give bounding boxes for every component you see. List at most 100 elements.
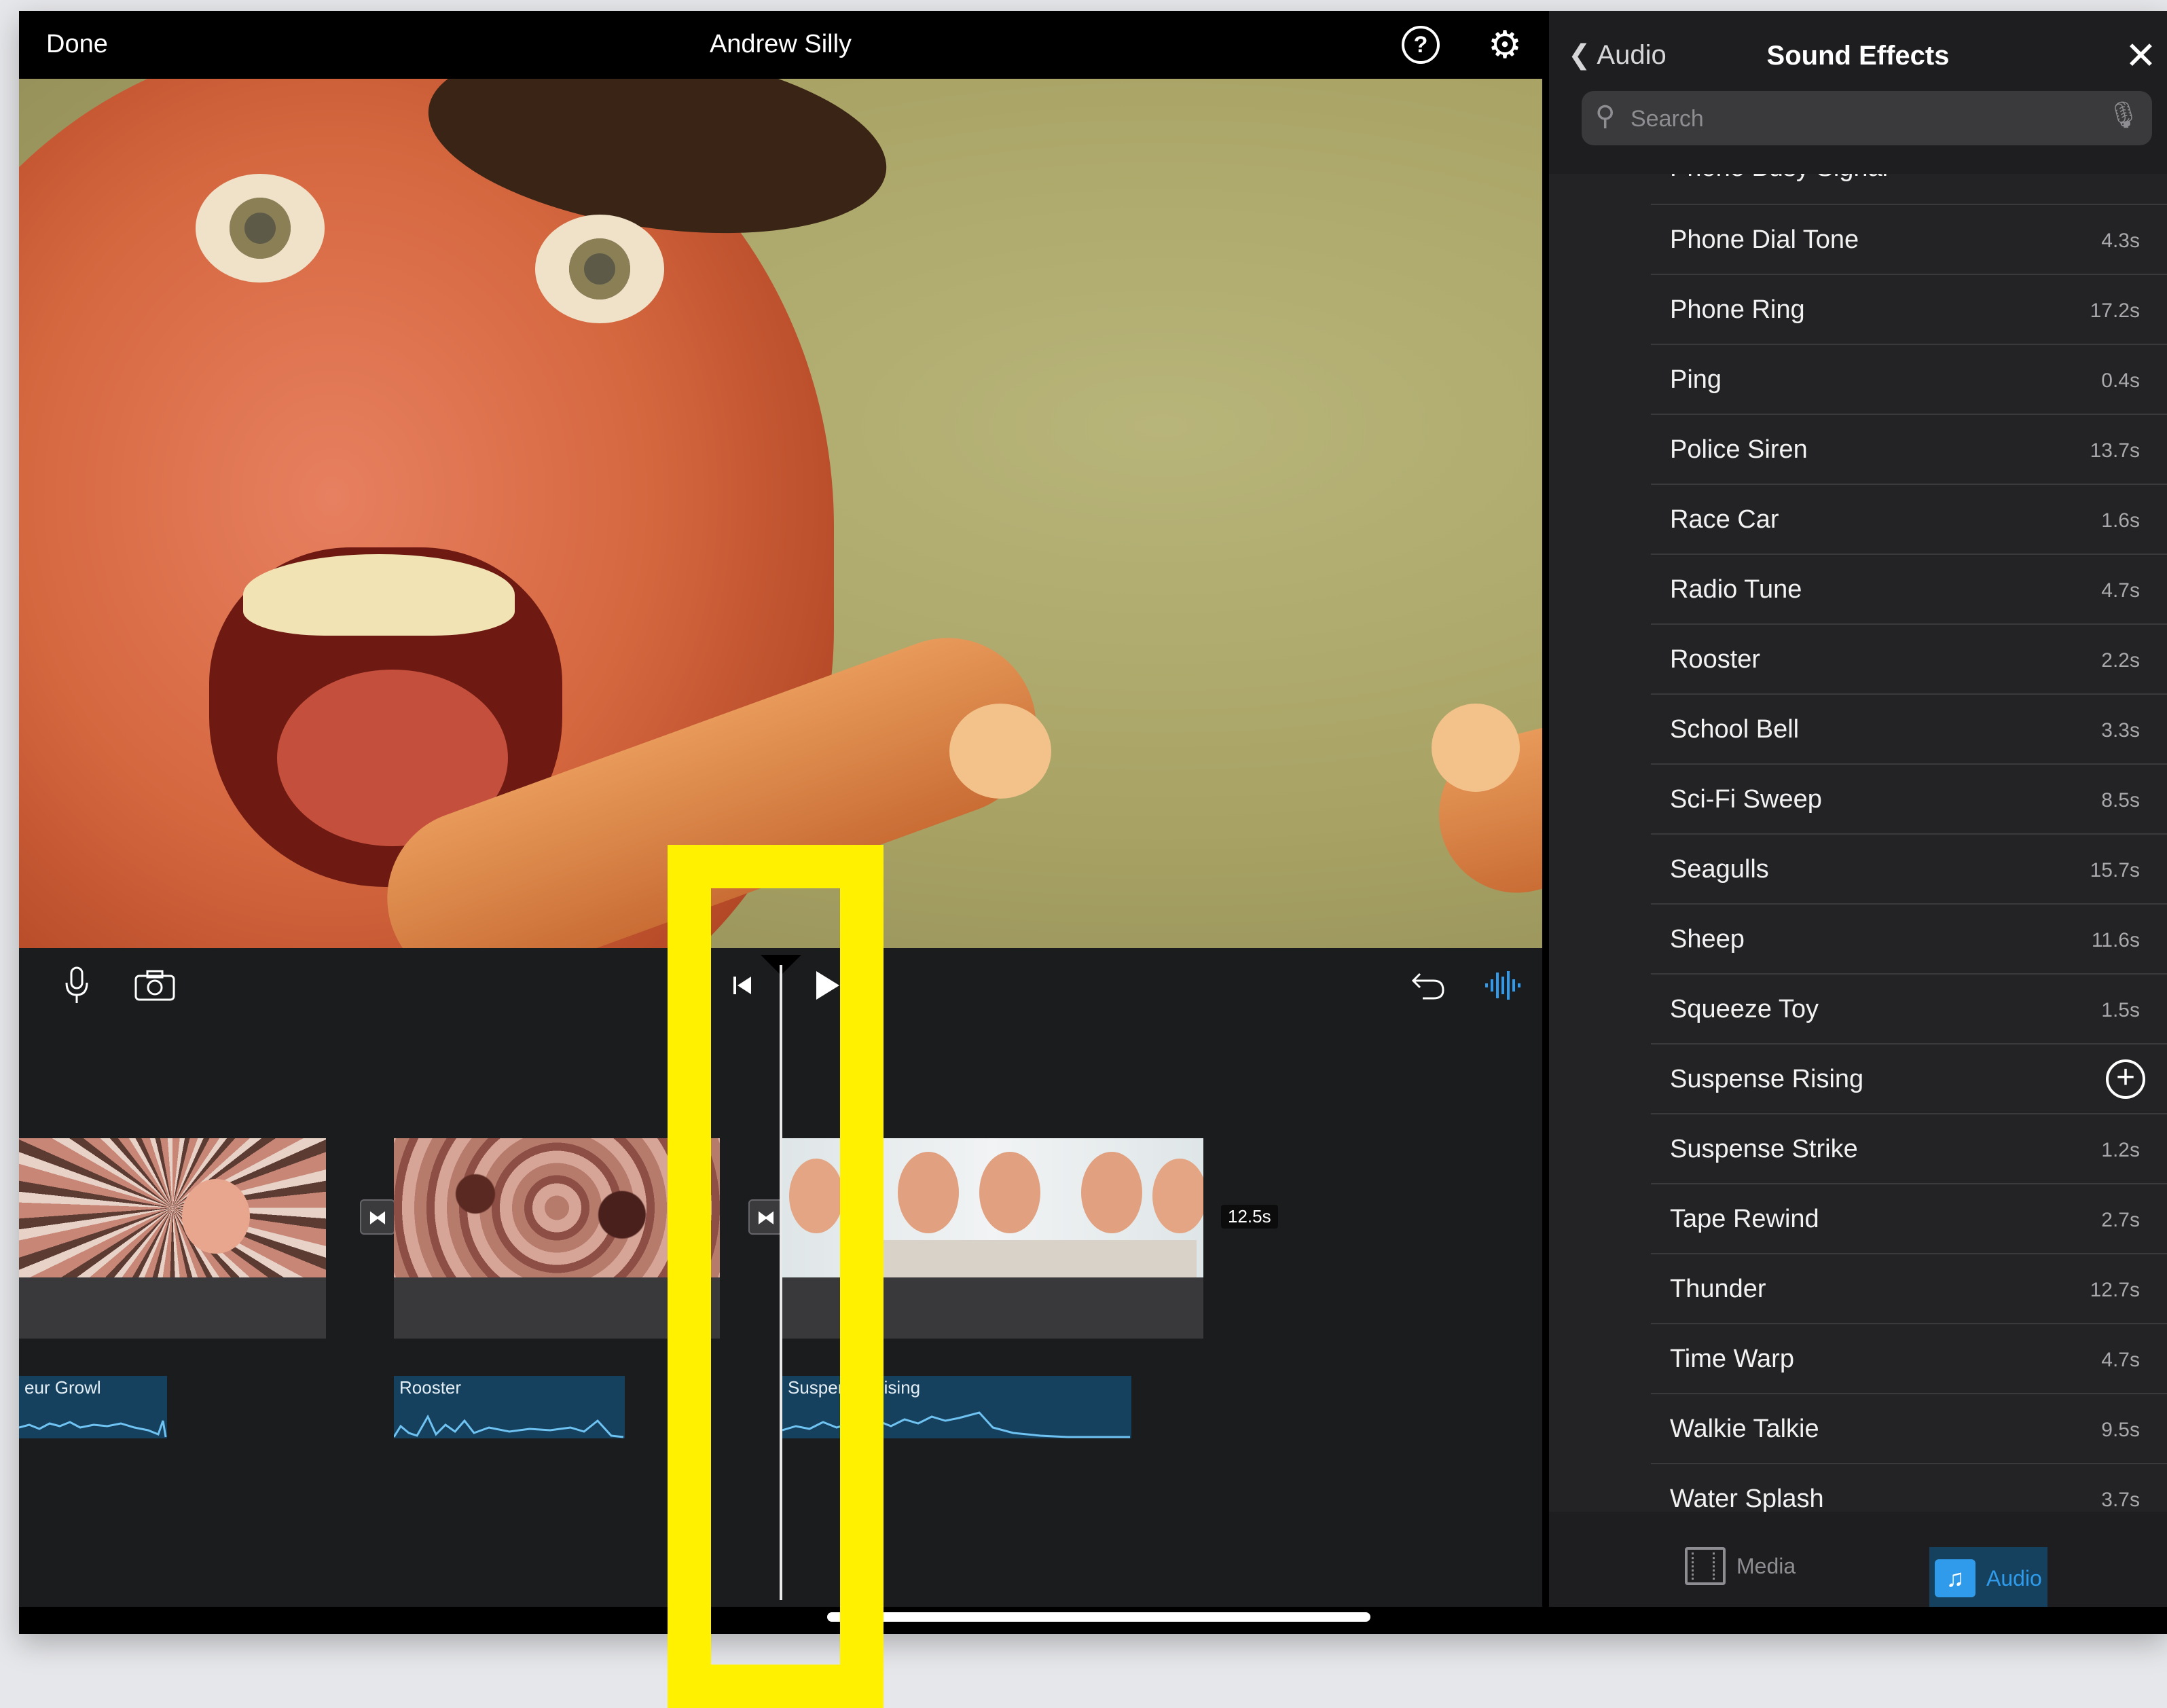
clip-face-thumb bbox=[979, 1152, 1040, 1233]
sound-length: 3.7s bbox=[2101, 1489, 2140, 1511]
video-clip-wormhole[interactable] bbox=[19, 1138, 326, 1277]
sound-name: Squeeze Toy bbox=[1670, 995, 1819, 1023]
transition-button[interactable]: ⧓ bbox=[360, 1199, 395, 1235]
audio-clip[interactable]: Rooster bbox=[394, 1376, 625, 1438]
list-item[interactable]: Phone Busy Signal bbox=[1651, 174, 2167, 202]
sound-name: School Bell bbox=[1670, 715, 1800, 744]
sound-length: 4.7s bbox=[2101, 1349, 2140, 1371]
ipad-screen: Done Andrew Silly ? ⚙ ⧓ ⧓ 12.5s eur Grow… bbox=[19, 11, 2167, 1634]
list-item[interactable]: School Bell 3.3s bbox=[1651, 693, 2167, 763]
tab-media-label: Media bbox=[1736, 1553, 1796, 1578]
sound-name: Seagulls bbox=[1670, 855, 1769, 884]
sound-name: Rooster bbox=[1670, 645, 1761, 674]
sound-length: 17.2s bbox=[2090, 299, 2140, 322]
sound-length: 12.7s bbox=[2090, 1279, 2140, 1301]
highlight-annotation bbox=[668, 845, 884, 1708]
sound-name: Time Warp bbox=[1670, 1345, 1794, 1373]
sound-name: Phone Dial Tone bbox=[1670, 225, 1859, 254]
clip-hands-thumb bbox=[871, 1240, 1197, 1277]
gear-icon[interactable]: ⚙ bbox=[1486, 26, 1524, 64]
sound-name: Sci-Fi Sweep bbox=[1670, 785, 1822, 814]
close-icon[interactable]: ✕ bbox=[2125, 37, 2157, 75]
editor-top-bar: Done Andrew Silly ? ⚙ bbox=[19, 11, 1542, 79]
clip-face-thumb bbox=[898, 1152, 959, 1233]
list-item[interactable]: Sheep 11.6s bbox=[1651, 903, 2167, 973]
home-indicator[interactable] bbox=[827, 1612, 1370, 1622]
sound-name: Walkie Talkie bbox=[1670, 1415, 1819, 1443]
list-item[interactable]: Water Splash 3.7s bbox=[1651, 1463, 2167, 1512]
list-item[interactable]: Rooster 2.2s bbox=[1651, 623, 2167, 693]
list-item[interactable]: Sci-Fi Sweep 8.5s bbox=[1651, 763, 2167, 833]
sound-length: 2.2s bbox=[2101, 649, 2140, 672]
sound-name: Suspense Strike bbox=[1670, 1135, 1858, 1163]
sound-effects-list[interactable]: Phone Busy Signal Phone Dial Tone 4.3s Ph… bbox=[1549, 174, 2167, 1512]
add-plus-icon[interactable]: + bbox=[2106, 1059, 2145, 1099]
list-item[interactable]: Suspense Strike 1.2s bbox=[1651, 1113, 2167, 1183]
undo-icon[interactable] bbox=[1404, 962, 1452, 1009]
sound-length: 1.2s bbox=[2101, 1139, 2140, 1161]
sound-length: 13.7s bbox=[2090, 439, 2140, 462]
sound-name: Tape Rewind bbox=[1670, 1205, 1819, 1233]
bottom-tab-bar: Media ♫ Audio bbox=[1549, 1512, 2167, 1610]
search-field[interactable]: ⚲ Search 🎙 bbox=[1582, 91, 2152, 145]
panel-header: ❮ Audio Sound Effects ✕ ⚲ Search 🎙 bbox=[1549, 11, 2167, 174]
sound-length: 4.3s bbox=[2101, 230, 2140, 252]
microphone-icon[interactable] bbox=[53, 962, 101, 1009]
sound-length: 1.5s bbox=[2101, 999, 2140, 1021]
list-item[interactable]: Walkie Talkie 9.5s bbox=[1651, 1393, 2167, 1463]
preview-teeth bbox=[243, 554, 515, 636]
sound-name: Phone Ring bbox=[1670, 295, 1805, 324]
sound-length: 8.5s bbox=[2101, 789, 2140, 812]
duration-badge: 12.5s bbox=[1221, 1205, 1278, 1229]
sound-length: 1.6s bbox=[2101, 509, 2140, 532]
audio-clip-label: eur Growl bbox=[24, 1377, 101, 1398]
list-item[interactable]: Tape Rewind 2.7s bbox=[1651, 1183, 2167, 1253]
sound-length: 4.7s bbox=[2101, 579, 2140, 602]
sound-length: 0.4s bbox=[2101, 369, 2140, 392]
sound-name: Radio Tune bbox=[1670, 575, 1802, 604]
list-item[interactable]: Phone Dial Tone 4.3s bbox=[1651, 204, 2167, 274]
sound-length: 9.5s bbox=[2101, 1419, 2140, 1441]
search-icon: ⚲ bbox=[1595, 101, 1616, 131]
audio-waveform bbox=[19, 1420, 167, 1438]
list-item[interactable]: Police Siren 13.7s bbox=[1651, 414, 2167, 484]
list-item[interactable]: Seagulls 15.7s bbox=[1651, 833, 2167, 903]
sound-name: Thunder bbox=[1670, 1275, 1766, 1303]
music-note-icon: ♫ bbox=[1935, 1559, 1975, 1597]
list-item[interactable]: Radio Tune 4.7s bbox=[1651, 553, 2167, 623]
preview-eye-right bbox=[535, 215, 664, 323]
clip-bar bbox=[19, 1277, 326, 1339]
clip-face-thumb bbox=[1152, 1159, 1203, 1233]
dictation-mic-icon[interactable]: 🎙 bbox=[2107, 101, 2140, 130]
sound-effects-panel: ❮ Audio Sound Effects ✕ ⚲ Search 🎙 Phone… bbox=[1549, 11, 2167, 1610]
search-placeholder: Search bbox=[1631, 106, 1704, 132]
tab-audio-label: Audio bbox=[1986, 1565, 2042, 1591]
list-item[interactable]: Thunder 12.7s bbox=[1651, 1253, 2167, 1323]
audio-clip[interactable]: eur Growl bbox=[19, 1376, 167, 1438]
list-item[interactable]: Squeeze Toy 1.5s bbox=[1651, 973, 2167, 1043]
sound-name: Ping bbox=[1670, 365, 1722, 394]
sound-name: Race Car bbox=[1670, 505, 1779, 534]
clip-face-thumb bbox=[1081, 1152, 1142, 1233]
waveform-icon[interactable] bbox=[1479, 962, 1527, 1009]
panel-title: Sound Effects bbox=[1766, 41, 1950, 71]
tab-audio[interactable]: ♫ Audio bbox=[1929, 1547, 2047, 1610]
list-item[interactable]: Phone Ring 17.2s bbox=[1651, 274, 2167, 344]
preview-eye-left bbox=[196, 174, 325, 283]
sound-name: Water Splash bbox=[1670, 1485, 1824, 1512]
audio-clip-label: Rooster bbox=[399, 1377, 462, 1398]
preview-fingernail bbox=[949, 704, 1051, 799]
tab-media[interactable]: Media bbox=[1685, 1547, 1796, 1585]
list-item[interactable]: Race Car 1.6s bbox=[1651, 484, 2167, 553]
list-item-selected[interactable]: Suspense Rising + bbox=[1651, 1043, 2167, 1113]
list-item[interactable]: Ping 0.4s bbox=[1651, 344, 2167, 414]
sound-length: 11.6s bbox=[2091, 929, 2140, 951]
list-item[interactable]: Time Warp 4.7s bbox=[1651, 1323, 2167, 1393]
sound-length: 2.7s bbox=[2101, 1209, 2140, 1231]
help-icon[interactable]: ? bbox=[1402, 26, 1440, 64]
sound-length: 15.7s bbox=[2090, 859, 2140, 882]
sound-name: Police Siren bbox=[1670, 435, 1808, 464]
video-preview[interactable] bbox=[19, 79, 1542, 948]
clip-face-thumb bbox=[182, 1179, 250, 1254]
camera-icon[interactable] bbox=[131, 962, 179, 1009]
